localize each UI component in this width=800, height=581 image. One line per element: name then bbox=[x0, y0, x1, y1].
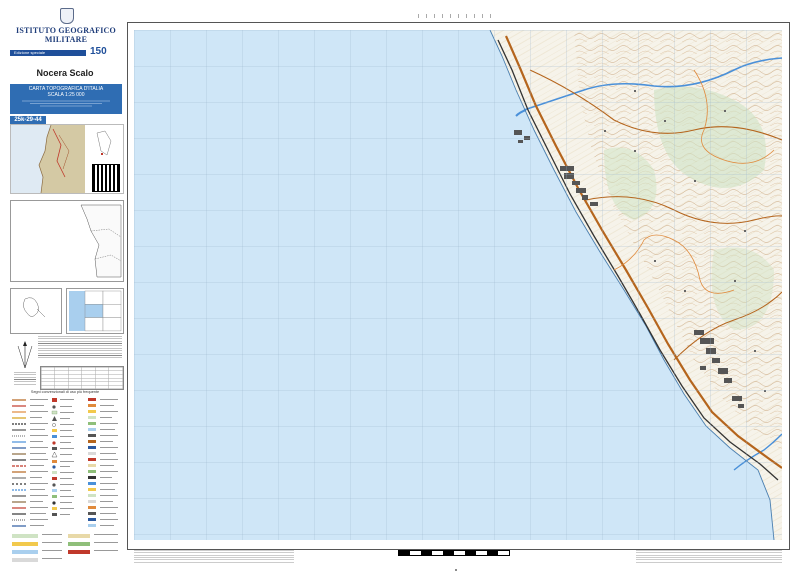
series-details-lines bbox=[10, 99, 122, 108]
administrative-boundaries-map bbox=[10, 200, 124, 282]
symbol-legend bbox=[10, 396, 122, 572]
coordinates-table bbox=[40, 366, 124, 390]
legend-title: Segni convenzionali di uso più frequente bbox=[30, 390, 100, 394]
topographic-map-graphic bbox=[134, 30, 782, 540]
magnetic-declination-diagram bbox=[10, 288, 62, 334]
adjacent-sheets-index bbox=[66, 288, 124, 334]
adjacent-sheets-grid bbox=[69, 290, 122, 332]
topographic-map[interactable] bbox=[134, 30, 782, 540]
qr-code-icon bbox=[92, 164, 120, 192]
series-box: CARTA TOPOGRAFICA D'ITALIA SCALA 1:25 00… bbox=[10, 84, 122, 114]
footer-dot bbox=[455, 569, 457, 571]
technical-notes-text bbox=[38, 336, 122, 360]
institute-logo-block: ISTITUTO GEOGRAFICO MILITARE bbox=[10, 8, 122, 48]
north-arrow-icon bbox=[17, 341, 33, 369]
footer-mark bbox=[454, 568, 458, 573]
sheet-code: 25k-29-44 bbox=[10, 116, 46, 124]
republic-emblem-icon bbox=[60, 8, 74, 24]
sheet-title: Nocera Scalo bbox=[36, 68, 94, 78]
graphic-scale-bar bbox=[398, 550, 510, 556]
copyright-text bbox=[134, 550, 294, 564]
institute-name: ISTITUTO GEOGRAFICO MILITARE bbox=[16, 26, 116, 44]
symbol-legend-graphic bbox=[12, 398, 118, 562]
declination-legend-text bbox=[14, 372, 36, 386]
top-degree-scale bbox=[418, 14, 498, 18]
declination-island-graphic bbox=[23, 297, 46, 318]
production-notes-text bbox=[636, 550, 782, 564]
series-scale: SCALA 1:25 000 bbox=[47, 92, 85, 98]
edition-label: Edizione speciale bbox=[10, 50, 86, 56]
anniversary-logo: 150 bbox=[90, 46, 107, 57]
series-details-lines-graphic bbox=[22, 100, 110, 107]
map-margin-sidebar: ISTITUTO GEOGRAFICO MILITARE Edizione sp… bbox=[6, 6, 124, 574]
utm-grid bbox=[134, 30, 782, 540]
administrative-boundaries-graphic bbox=[80, 204, 122, 278]
